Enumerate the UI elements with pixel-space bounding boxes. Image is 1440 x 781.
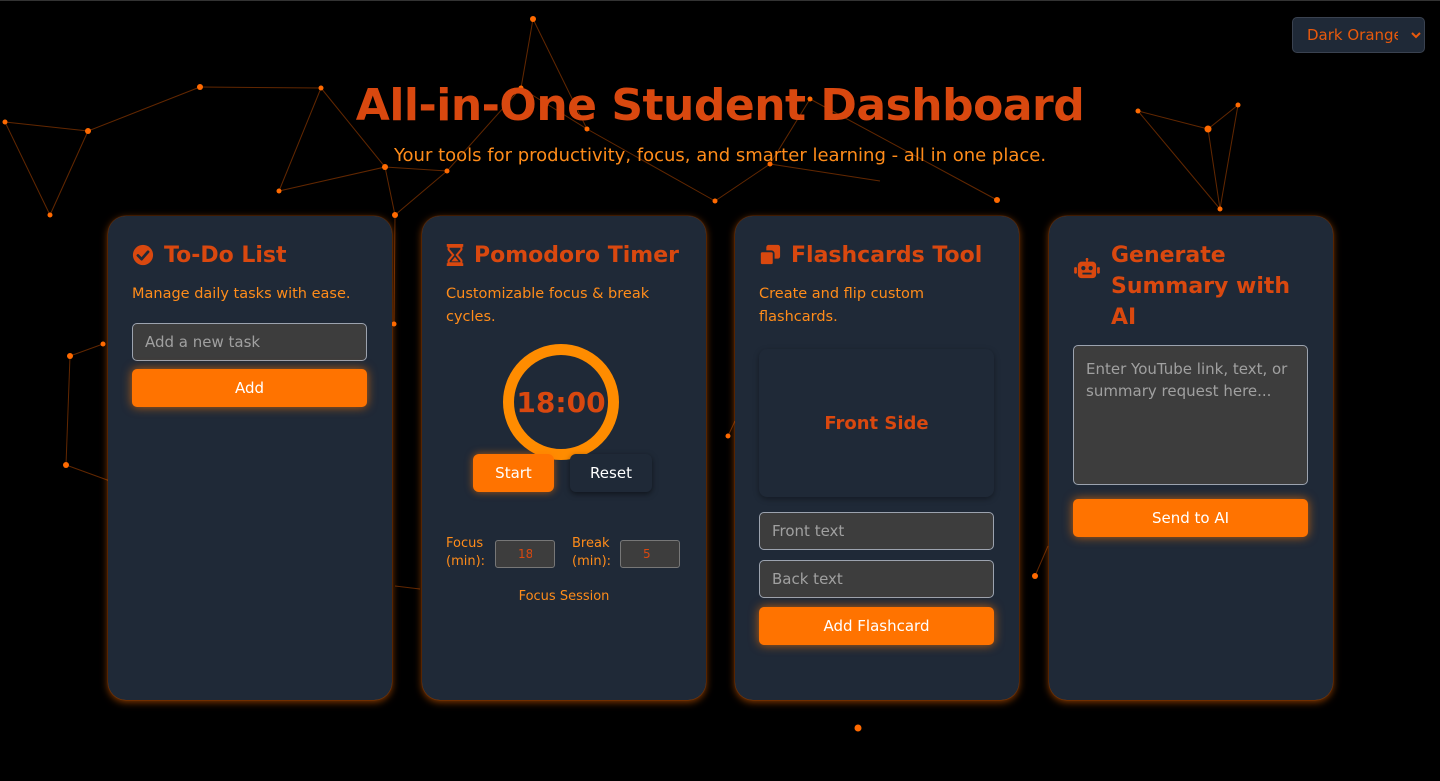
start-button[interactable]: Start [473, 454, 554, 492]
todo-title: To-Do List [164, 243, 287, 268]
focus-minutes-label: Focus (min): [446, 536, 486, 569]
todo-card-header: To-Do List [132, 240, 368, 271]
page-header: All-in-One Student Dashboard Your tools … [0, 79, 1440, 167]
new-task-input[interactable] [132, 323, 367, 361]
ai-request-textarea[interactable] [1073, 345, 1308, 485]
back-text-input[interactable] [759, 560, 994, 598]
break-minutes-input[interactable] [620, 540, 680, 568]
ai-card-header: Generate Summary with AI [1073, 240, 1309, 333]
ai-summary-card: Generate Summary with AI Send to AI [1049, 216, 1333, 700]
flashcards-card-header: Flashcards Tool [759, 240, 995, 271]
timer-display: 18:00 [516, 385, 606, 419]
todo-card: To-Do List Manage daily tasks with ease.… [108, 216, 392, 700]
hourglass-icon [446, 244, 464, 266]
flashcard-preview[interactable]: Front Side [759, 349, 994, 497]
robot-icon [1074, 258, 1100, 279]
add-flashcard-button[interactable]: Add Flashcard [759, 607, 994, 645]
break-minutes-label: Break (min): [572, 536, 612, 569]
check-circle-icon [132, 244, 154, 266]
flashcard-text: Front Side [824, 412, 929, 434]
front-text-input[interactable] [759, 512, 994, 550]
add-task-button[interactable]: Add [132, 369, 367, 407]
theme-select[interactable]: Dark Orange [1292, 17, 1425, 53]
pomodoro-card: Pomodoro Timer Customizable focus & brea… [422, 216, 706, 700]
todo-description: Manage daily tasks with ease. [132, 286, 351, 302]
ai-title: Generate Summary with AI [1111, 243, 1291, 330]
pomodoro-description: Customizable focus & break cycles. [446, 286, 650, 325]
flashcards-title: Flashcards Tool [791, 243, 983, 268]
page-title: All-in-One Student Dashboard [355, 80, 1085, 131]
send-to-ai-button[interactable]: Send to AI [1073, 499, 1308, 537]
copy-icon [759, 244, 781, 266]
flashcards-card: Flashcards Tool Create and flip custom f… [735, 216, 1019, 700]
timer-ring: 18:00 [503, 344, 619, 460]
session-status: Focus Session [518, 589, 610, 604]
flashcards-description: Create and flip custom flashcards. [759, 286, 925, 325]
page-subtitle: Your tools for productivity, focus, and … [393, 145, 1047, 166]
pomodoro-card-header: Pomodoro Timer [446, 240, 682, 271]
pomodoro-title: Pomodoro Timer [474, 243, 680, 268]
focus-minutes-input[interactable] [495, 540, 555, 568]
reset-button[interactable]: Reset [570, 454, 652, 492]
